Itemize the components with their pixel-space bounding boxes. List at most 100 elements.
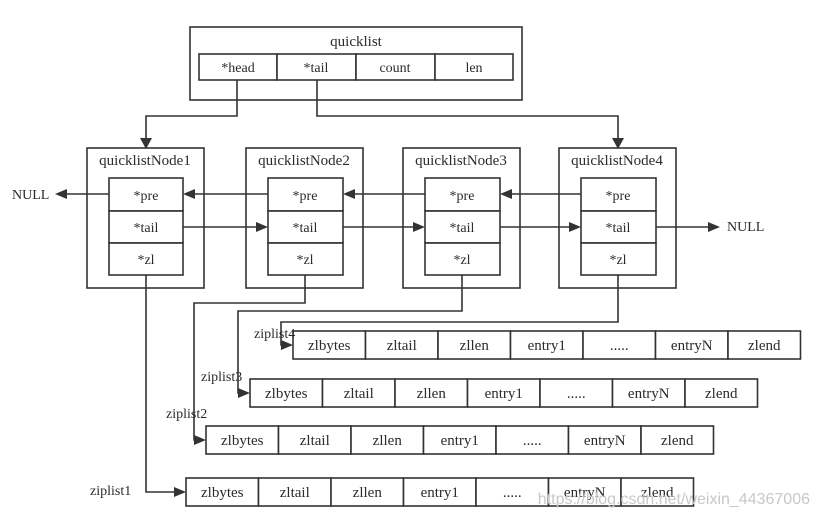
field-label: *zl (609, 253, 626, 268)
ziplist-cell-entryN: entryN (611, 378, 686, 408)
null-right-label: NULL (727, 220, 764, 235)
field-label: *pre (293, 189, 318, 204)
ziplist-cell-entryN: entryN (567, 425, 642, 455)
field-label: *tail (304, 61, 329, 76)
field-label: *tail (450, 221, 475, 236)
field-label: zlbytes (265, 386, 308, 402)
field-label: ..... (567, 386, 586, 402)
quicklist-field-tail: *tail (276, 53, 357, 81)
quicklist-node-2: quicklistNode2 *pre *tail *zl (245, 147, 364, 289)
node-title: quicklistNode2 (258, 153, 350, 169)
prev-arrow-node1-null (55, 189, 109, 199)
prev-arrow-node4-node3 (500, 189, 581, 199)
field-label: *tail (293, 221, 318, 236)
field-label: zltail (300, 433, 330, 449)
quicklist-node-1: quicklistNode1 *pre *tail *zl (86, 147, 205, 289)
quicklist-node-4: quicklistNode4 *pre *tail *zl (558, 147, 677, 289)
field-label: zlbytes (308, 338, 351, 354)
ziplist-cell-entry1: entry1 (402, 477, 477, 507)
field-label: entryN (628, 386, 670, 402)
ziplist-cell-zllen: zllen (394, 378, 469, 408)
field-label: ..... (503, 485, 522, 501)
ziplist-cell-zltail: zltail (321, 378, 396, 408)
ziplist-2: zlbytes zltail zllen entry1..... entryN zlend (205, 425, 715, 455)
head-pointer-arrow (140, 80, 238, 149)
field-label: zlbytes (201, 485, 244, 501)
quicklist-field-len: len (434, 53, 514, 81)
field-label: zlend (661, 433, 694, 449)
ziplist-cell-zlend: zlend (727, 330, 802, 360)
tail-pointer-arrow (316, 80, 624, 149)
field-label: zlend (705, 386, 738, 402)
field-label: entryN (584, 433, 626, 449)
ziplist-3: zlbytes zltail zllen entry1..... entryN zlend (249, 378, 759, 408)
field-label: *zl (137, 253, 154, 268)
field-label: entry1 (485, 386, 523, 402)
quicklist-field-count: count (355, 53, 436, 81)
node-title: quicklistNode3 (415, 153, 507, 169)
ziplist-cell-zlbytes: zlbytes (205, 425, 280, 455)
field-label: *pre (450, 189, 475, 204)
field-label: zllen (353, 485, 383, 501)
ziplist-label: ziplist4 (254, 327, 295, 342)
ziplist-label: ziplist3 (201, 370, 242, 385)
field-label: count (379, 61, 410, 76)
node-title: quicklistNode1 (99, 153, 191, 169)
prev-arrow-node2-node1 (183, 189, 268, 199)
field-label: ..... (610, 338, 629, 354)
field-label: *pre (606, 189, 631, 204)
field-label: zlend (748, 338, 781, 354)
field-label: zlbytes (221, 433, 264, 449)
ziplist-cell-zltail: zltail (364, 330, 439, 360)
ziplist-label: ziplist2 (166, 407, 207, 422)
field-label: zltail (280, 485, 310, 501)
field-label: entry1 (441, 433, 479, 449)
ziplist-cell-zlbytes: zlbytes (185, 477, 260, 507)
field-label: *pre (134, 189, 159, 204)
ziplist-cell-zllen: zllen (350, 425, 425, 455)
next-arrow-node4-null (656, 222, 720, 232)
field-label: zltail (344, 386, 374, 402)
next-arrow-node2-node3 (343, 222, 425, 232)
field-label: entry1 (528, 338, 566, 354)
field-label: len (465, 61, 482, 76)
field-label: *tail (134, 221, 159, 236)
next-arrow-node1-node2 (183, 222, 268, 232)
null-left-label: NULL (12, 188, 49, 203)
field-label: zllen (460, 338, 490, 354)
field-label: entryN (671, 338, 713, 354)
quicklist-field-head: *head (198, 53, 278, 81)
ziplist-cell-zlend: zlend (684, 378, 759, 408)
ziplist-cell-zltail: zltail (257, 477, 332, 507)
ziplist-cell-zltail: zltail (277, 425, 352, 455)
field-label: zllen (373, 433, 403, 449)
quicklist-title: quicklist (330, 34, 382, 50)
ziplist-4: zlbytes zltail zllen entry1..... entryN zlend (292, 330, 802, 360)
field-label: zltail (387, 338, 417, 354)
ziplist-cell-entry1: entry1 (509, 330, 584, 360)
next-arrow-node3-node4 (500, 222, 581, 232)
zl-arrow-node1-ziplist1 (145, 275, 186, 497)
ziplist-cell-: ..... (539, 378, 614, 408)
node-title: quicklistNode4 (571, 153, 663, 169)
ziplist-cell-zlbytes: zlbytes (249, 378, 324, 408)
ziplist-cell-zllen: zllen (330, 477, 405, 507)
field-label: zllen (417, 386, 447, 402)
prev-arrow-node3-node2 (343, 189, 425, 199)
field-label: *head (221, 61, 254, 76)
zl-arrow-node2-ziplist2 (193, 275, 306, 445)
ziplist-cell-zlbytes: zlbytes (292, 330, 367, 360)
field-label: ..... (523, 433, 542, 449)
quicklist-node-3: quicklistNode3 *pre *tail *zl (402, 147, 521, 289)
ziplist-cell-entry1: entry1 (422, 425, 497, 455)
ziplist-cell-: ..... (495, 425, 570, 455)
field-label: entry1 (421, 485, 459, 501)
quicklist-struct: quicklist *head *tail count len (189, 26, 523, 101)
quicklist-diagram: quicklist *head *tail count len quicklis… (12, 26, 810, 508)
field-label: *zl (453, 253, 470, 268)
ziplist-cell-zlend: zlend (640, 425, 715, 455)
ziplist-label: ziplist1 (90, 484, 131, 499)
field-label: *tail (606, 221, 631, 236)
ziplist-cell-entryN: entryN (654, 330, 729, 360)
ziplist-cell-zllen: zllen (437, 330, 512, 360)
